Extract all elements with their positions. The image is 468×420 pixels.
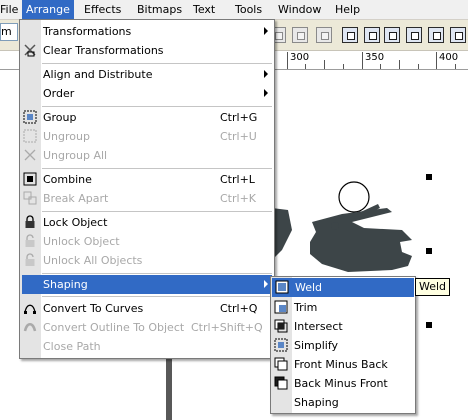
- clear-transformations-icon: [24, 44, 36, 57]
- menu-item-ungroup[interactable]: Ungroup Ctrl+U: [20, 127, 274, 146]
- ruler-label: 300: [290, 52, 310, 63]
- menu-item-back-minus-front[interactable]: Back Minus Front: [271, 374, 415, 393]
- selection-handle[interactable]: [426, 174, 432, 180]
- menu-item-unlock-all-objects[interactable]: Unlock All Objects: [20, 251, 274, 270]
- break-apart-icon: [23, 191, 37, 205]
- unlock-all-icon: [25, 253, 35, 266]
- menu-item-trim[interactable]: Trim: [271, 298, 415, 317]
- menu-help[interactable]: Help: [331, 0, 364, 19]
- menu-item-order[interactable]: Order: [20, 84, 274, 103]
- selection-handle[interactable]: [426, 322, 432, 328]
- front-minus-back-icon: [274, 357, 288, 371]
- group-icon: [23, 110, 37, 124]
- convert-to-curves-icon: [24, 304, 36, 314]
- menu-window[interactable]: Window: [274, 0, 325, 19]
- selection-handle[interactable]: [426, 248, 432, 254]
- combine-icon: [23, 172, 37, 186]
- simplify-icon: [274, 338, 288, 352]
- menu-tools[interactable]: Tools: [231, 0, 266, 19]
- trim-icon: [274, 300, 288, 314]
- menu-bar: File Arrange Effects Bitmaps Text Tools …: [0, 0, 468, 20]
- back-minus-front-icon-button[interactable]: [450, 27, 466, 43]
- weld-icon-button[interactable]: [342, 27, 358, 43]
- tank-silhouette[interactable]: [252, 200, 432, 275]
- unlock-icon: [25, 234, 35, 247]
- back-minus-front-icon: [274, 376, 288, 390]
- menu-file[interactable]: File: [0, 0, 22, 19]
- intersect-icon-button[interactable]: [384, 27, 400, 43]
- menu-item-group[interactable]: Group Ctrl+G: [20, 108, 274, 127]
- menu-item-close-path[interactable]: Close Path: [20, 337, 274, 356]
- ungroup-icon-button[interactable]: [292, 27, 308, 43]
- trim-icon-button[interactable]: [364, 27, 380, 43]
- units-combo[interactable]: m: [0, 23, 18, 41]
- convert-outline-icon: [23, 323, 37, 332]
- menu-item-simplify[interactable]: Simplify: [271, 336, 415, 355]
- intersect-icon: [274, 319, 288, 333]
- submenu-arrow-icon: [264, 70, 268, 78]
- shaping-submenu: Weld Trim Intersect Simplify Front Minus…: [270, 276, 416, 414]
- menu-item-shaping-docker[interactable]: Shaping: [271, 393, 415, 412]
- menu-arrange[interactable]: Arrange: [22, 0, 74, 19]
- menu-item-clear-transformations[interactable]: Clear Transformations: [20, 41, 274, 60]
- arrange-menu: Transformations Clear Transformations Al…: [19, 19, 275, 359]
- submenu-arrow-icon: [264, 89, 268, 97]
- menu-bitmaps[interactable]: Bitmaps: [133, 0, 186, 19]
- menu-item-break-apart[interactable]: Break Apart Ctrl+K: [20, 189, 274, 208]
- submenu-arrow-icon: [264, 27, 268, 35]
- simplify-icon-button[interactable]: [406, 27, 422, 43]
- submenu-arrow-icon: [264, 280, 268, 288]
- front-minus-back-icon-button[interactable]: [428, 27, 444, 43]
- ruler-label: 400: [439, 52, 459, 63]
- menu-text[interactable]: Text: [189, 0, 219, 19]
- weld-tooltip: Weld: [415, 278, 451, 296]
- menu-item-weld[interactable]: Weld: [272, 278, 414, 297]
- menu-item-convert-to-curves[interactable]: Convert To Curves Ctrl+Q: [20, 299, 274, 318]
- menu-item-unlock-object[interactable]: Unlock Object: [20, 232, 274, 251]
- menu-item-lock-object[interactable]: Lock Object: [20, 213, 274, 232]
- menu-effects[interactable]: Effects: [80, 0, 125, 19]
- ungroup-all-icon: [24, 149, 36, 161]
- ruler-label: 350: [365, 52, 385, 63]
- menu-item-ungroup-all[interactable]: Ungroup All: [20, 146, 274, 165]
- menu-item-align-distribute[interactable]: Align and Distribute: [20, 65, 274, 84]
- lock-icon: [25, 215, 35, 228]
- menu-item-combine[interactable]: Combine Ctrl+L: [20, 170, 274, 189]
- menu-item-convert-outline[interactable]: Convert Outline To Object Ctrl+Shift+Q: [20, 318, 274, 337]
- ungroup-icon: [23, 129, 37, 143]
- weld-icon: [275, 280, 289, 294]
- menu-item-intersect[interactable]: Intersect: [271, 317, 415, 336]
- ungroup-all-icon-button[interactable]: [316, 27, 332, 43]
- menu-item-front-minus-back[interactable]: Front Minus Back: [271, 355, 415, 374]
- menu-item-shaping[interactable]: Shaping: [22, 275, 272, 294]
- menu-item-transformations[interactable]: Transformations: [20, 22, 274, 41]
